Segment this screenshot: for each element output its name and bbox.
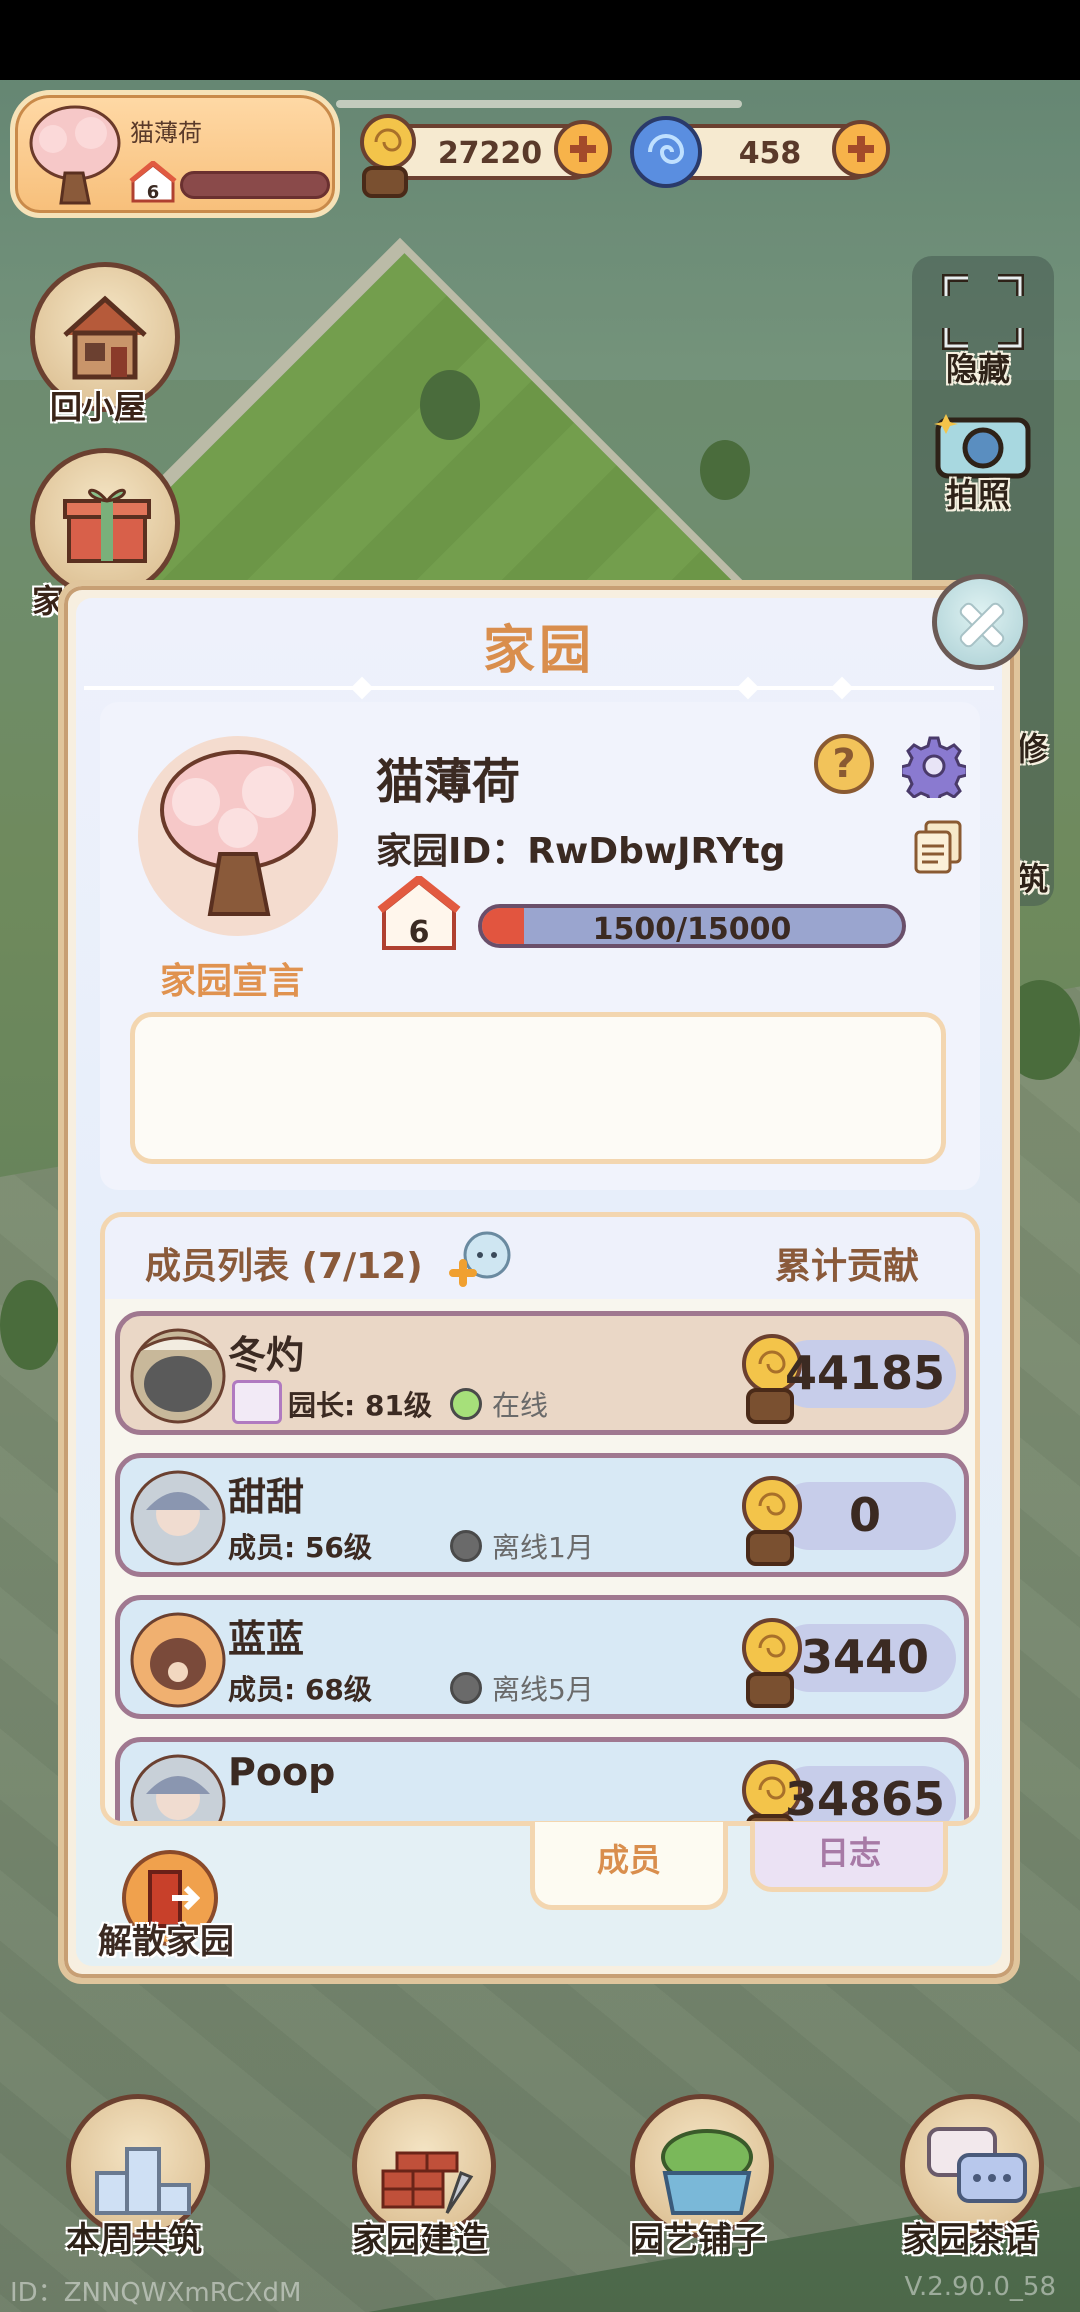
- photo-label: 拍照: [946, 476, 1011, 514]
- repair-label-partial: 修: [1016, 730, 1049, 768]
- disband-label: 解散家园: [98, 1922, 234, 1962]
- status-bar: [0, 0, 1080, 80]
- manifesto-text-box[interactable]: [130, 1012, 946, 1164]
- home-button-label: 回小屋: [50, 388, 147, 426]
- member-row-leader[interactable]: 冬灼 园长: 81级 在线 44185: [115, 1311, 969, 1435]
- tab-log[interactable]: 日志: [750, 1822, 948, 1892]
- gear-icon[interactable]: [902, 734, 966, 798]
- member-list-header: 成员列表 (7/12) 累计贡献: [105, 1217, 975, 1299]
- player-profile-card[interactable]: 猫薄荷 6: [10, 90, 340, 218]
- copy-icon[interactable]: [912, 818, 964, 876]
- member-rows[interactable]: 冬灼 园长: 81级 在线 44185 甜甜 成员: 56级 离线1月 0 蓝蓝…: [105, 1299, 975, 1826]
- player-id-footer: ID：ZNNQWXmRCXdM: [10, 2278, 302, 2308]
- add-gems-button[interactable]: [832, 120, 890, 178]
- version-footer: V.2.90.0_58: [904, 2272, 1056, 2302]
- garden-level: 6: [409, 915, 430, 950]
- add-member-icon[interactable]: [449, 1229, 513, 1289]
- close-button[interactable]: [932, 574, 1028, 670]
- member-list-panel: 成员列表 (7/12) 累计贡献 冬灼 园长: 81级 在线 44185 甜甜 …: [100, 1212, 980, 1826]
- player-name: 猫薄荷: [130, 119, 202, 147]
- planter-icon: [661, 2129, 753, 2215]
- member-role: 成员: 68级: [228, 1673, 372, 1706]
- cherry-tree-avatar-icon: [29, 105, 121, 205]
- weekly-build-label: 本周共筑: [66, 2220, 202, 2260]
- build-label-partial: 筑: [1016, 860, 1049, 898]
- member-status: 离线1月: [492, 1531, 594, 1564]
- cherry-tree-icon: [160, 750, 316, 916]
- player-level: 6: [147, 182, 160, 203]
- chat-bubbles-icon: [927, 2127, 1027, 2203]
- contribution-title: 累计贡献: [774, 1246, 919, 1287]
- member-row[interactable]: 甜甜 成员: 56级 离线1月 0: [115, 1453, 969, 1577]
- garden-exp-text: 1500/15000: [592, 912, 792, 947]
- member-score: 3440: [800, 1630, 930, 1684]
- modal-title: 家园: [482, 621, 595, 681]
- garden-chat-label: 家园茶话: [902, 2220, 1038, 2260]
- tab-members[interactable]: 成员: [530, 1822, 728, 1910]
- garden-shop-label: 园艺铺子: [630, 2220, 766, 2260]
- member-name: 冬灼: [228, 1333, 305, 1377]
- member-row[interactable]: 蓝蓝 成员: 68级 离线5月 3440: [115, 1595, 969, 1719]
- member-role: 成员: 56级: [228, 1531, 372, 1564]
- member-avatar: [130, 1612, 226, 1708]
- garden-name: 猫薄荷: [376, 754, 521, 810]
- garden-avatar[interactable]: [138, 736, 338, 936]
- member-score: 34865: [784, 1772, 946, 1826]
- hide-label: 隐藏: [946, 350, 1011, 388]
- player-exp-bar: [180, 171, 330, 199]
- member-avatar: [130, 1470, 226, 1566]
- member-list-title: 成员列表 (7/12): [145, 1246, 423, 1287]
- crown-icon: [232, 1380, 282, 1424]
- member-avatar: [130, 1328, 226, 1424]
- manifesto-label: 家园宣言: [160, 961, 305, 1002]
- podium-icon: [95, 2147, 191, 2215]
- garden-id: 家园ID：RwDbwJRYtg: [376, 831, 786, 872]
- blue-swirl-icon: [630, 116, 702, 188]
- member-name: 甜甜: [228, 1475, 305, 1519]
- member-row[interactable]: Poop 34865: [115, 1737, 969, 1826]
- level-house-icon: 6: [129, 161, 177, 203]
- gift-box-icon: [63, 488, 151, 563]
- add-coins-button[interactable]: [554, 120, 612, 178]
- garden-build-label: 家园建造: [352, 2220, 488, 2260]
- member-avatar: [130, 1754, 226, 1821]
- offline-status-dot: [450, 1672, 482, 1704]
- member-status: 离线5月: [492, 1673, 594, 1706]
- member-name: 蓝蓝: [228, 1617, 305, 1661]
- member-role: 园长: 81级: [288, 1389, 432, 1422]
- golden-snail-icon: [360, 114, 416, 198]
- house-icon: [63, 295, 147, 380]
- member-score: 0: [848, 1488, 881, 1542]
- offline-status-dot: [450, 1530, 482, 1562]
- help-icon[interactable]: ?: [814, 734, 874, 794]
- garden-level-house-icon: 6: [377, 876, 461, 950]
- member-score: 44185: [784, 1346, 946, 1400]
- hide-frame-icon[interactable]: [940, 272, 1026, 352]
- garden-exp-bar: 1500/15000: [478, 904, 906, 948]
- camera-icon[interactable]: [932, 404, 1034, 480]
- member-name: Poop: [228, 1750, 336, 1794]
- scroll-indicator: [336, 100, 742, 108]
- online-status-dot: [450, 1388, 482, 1420]
- member-status: 在线: [492, 1389, 549, 1422]
- title-divider: [84, 686, 994, 690]
- brick-trowel-icon: [381, 2151, 474, 2214]
